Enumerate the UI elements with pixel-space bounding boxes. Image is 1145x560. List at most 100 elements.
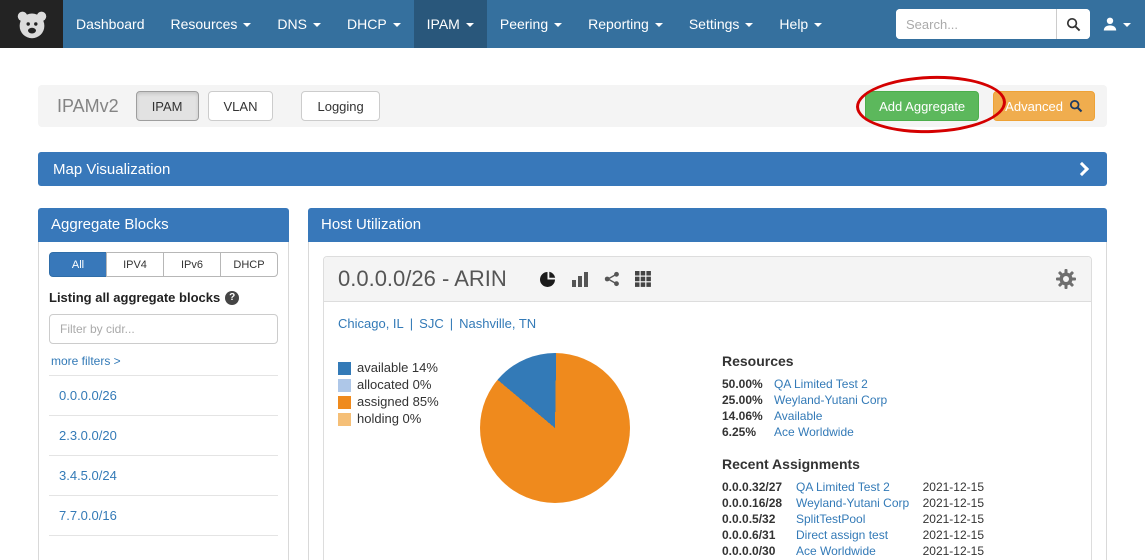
breadcrumb-link[interactable]: SJC <box>419 316 444 331</box>
advanced-button[interactable]: Advanced <box>993 91 1095 121</box>
resources-heading: Resources <box>722 353 984 369</box>
legend-swatch <box>338 362 351 375</box>
block-detail-card: 0.0.0.0/26 - ARIN <box>323 256 1092 560</box>
caret-down-icon <box>466 23 474 27</box>
caret-down-icon <box>1123 23 1131 27</box>
host-utilization-panel: Host Utilization 0.0.0.0/26 - ARIN <box>308 208 1107 560</box>
nav-settings[interactable]: Settings <box>676 0 767 48</box>
resource-pct: 14.06% <box>722 410 774 423</box>
nav-resources[interactable]: Resources <box>158 0 265 48</box>
nav-help[interactable]: Help <box>766 0 835 48</box>
tab-logging[interactable]: Logging <box>301 91 379 121</box>
main-nav: Dashboard Resources DNS DHCP IPAM Peerin… <box>63 0 835 48</box>
resource-link[interactable]: QA Limited Test 2 <box>774 378 868 391</box>
navbar-right <box>896 0 1145 48</box>
nav-dhcp[interactable]: DHCP <box>334 0 414 48</box>
search-button[interactable] <box>1056 9 1090 39</box>
breadcrumb-link[interactable]: Chicago, IL <box>338 316 404 331</box>
nav-label: Reporting <box>588 16 649 32</box>
tab-ipv4[interactable]: IPV4 <box>106 252 164 277</box>
header-actions: Add Aggregate Advanced <box>865 91 1095 121</box>
caret-down-icon <box>745 23 753 27</box>
breadcrumb-link[interactable]: Nashville, TN <box>459 316 536 331</box>
assignment-date: 2021-12-15 <box>923 497 984 510</box>
nav-label: IPAM <box>427 16 460 32</box>
bar-chart-icon[interactable] <box>571 271 589 287</box>
tab-ipv6[interactable]: IPv6 <box>163 252 221 277</box>
resource-row: 14.06%Available <box>722 410 984 423</box>
share-icon[interactable] <box>604 271 620 287</box>
search-input[interactable] <box>896 9 1056 39</box>
assignment-link[interactable]: Weyland-Yutani Corp <box>796 497 923 510</box>
legend-label: available 14% <box>357 361 438 375</box>
resource-pct: 6.25% <box>722 426 774 439</box>
block-detail-header: 0.0.0.0/26 - ARIN <box>324 257 1091 302</box>
assignment-row: 0.0.0.16/28Weyland-Yutani Corp2021-12-15 <box>722 497 984 510</box>
search-group <box>896 9 1090 39</box>
aggregate-filter-tabs: All IPV4 IPv6 DHCP <box>49 252 278 277</box>
legend-item: available 14% <box>338 361 466 375</box>
cidr-filter-input[interactable] <box>49 314 278 344</box>
tab-dhcp[interactable]: DHCP <box>220 252 278 277</box>
caret-down-icon <box>655 23 663 27</box>
caret-down-icon <box>393 23 401 27</box>
breadcrumb-separator: | <box>410 316 413 331</box>
tab-vlan[interactable]: VLAN <box>208 91 274 121</box>
assignment-date: 2021-12-15 <box>923 545 984 558</box>
nav-ipam[interactable]: IPAM <box>414 0 487 48</box>
listing-label: Listing all aggregate blocks ? <box>49 290 278 305</box>
help-icon[interactable]: ? <box>225 291 239 305</box>
tab-ipam[interactable]: IPAM <box>136 91 199 121</box>
resource-link[interactable]: Weyland-Yutani Corp <box>774 394 887 407</box>
more-filters-link[interactable]: more filters > <box>51 354 121 368</box>
resource-pct: 50.00% <box>722 378 774 391</box>
list-item[interactable] <box>49 535 278 560</box>
map-visualization-label: Map Visualization <box>53 161 170 178</box>
assignment-link[interactable]: Direct assign test <box>796 529 923 542</box>
breadcrumb: Chicago, IL | SJC | Nashville, TN <box>338 316 1077 331</box>
tab-all[interactable]: All <box>49 252 107 277</box>
nav-label: Help <box>779 16 808 32</box>
legend-label: assigned 85% <box>357 395 439 409</box>
nav-dns[interactable]: DNS <box>264 0 334 48</box>
settings-gear[interactable] <box>1055 268 1077 290</box>
assignments-heading: Recent Assignments <box>722 456 984 472</box>
utilization-info: Resources 50.00%QA Limited Test 2 25.00%… <box>722 353 984 560</box>
nav-label: Peering <box>500 16 548 32</box>
resource-link[interactable]: Available <box>774 410 822 423</box>
search-icon <box>1066 17 1081 32</box>
aggregate-block-list: 0.0.0.0/26 2.3.0.0/20 3.4.5.0/24 7.7.0.0… <box>49 375 278 560</box>
nav-dashboard[interactable]: Dashboard <box>63 0 158 48</box>
legend-item: holding 0% <box>338 412 466 426</box>
search-icon <box>1069 99 1083 113</box>
resource-row: 50.00%QA Limited Test 2 <box>722 378 984 391</box>
caret-down-icon <box>554 23 562 27</box>
page-header: IPAMv2 IPAM VLAN Logging Add Aggregate A… <box>38 85 1107 127</box>
block-title: 0.0.0.0/26 - ARIN <box>338 266 507 292</box>
host-utilization-header: Host Utilization <box>308 208 1107 242</box>
assignment-link[interactable]: Ace Worldwide <box>796 545 923 558</box>
list-item[interactable]: 0.0.0.0/26 <box>49 375 278 415</box>
user-menu[interactable] <box>1102 16 1131 32</box>
list-item[interactable]: 3.4.5.0/24 <box>49 455 278 495</box>
legend-item: allocated 0% <box>338 378 466 392</box>
pie-chart <box>480 353 630 503</box>
add-aggregate-button[interactable]: Add Aggregate <box>865 91 979 121</box>
nav-peering[interactable]: Peering <box>487 0 575 48</box>
assignment-date: 2021-12-15 <box>923 513 984 526</box>
app-logo[interactable] <box>0 0 63 48</box>
grid-icon[interactable] <box>635 271 651 287</box>
gear-icon <box>1055 268 1077 290</box>
assignment-link[interactable]: QA Limited Test 2 <box>796 481 923 494</box>
resource-row: 6.25%Ace Worldwide <box>722 426 984 439</box>
assignment-date: 2021-12-15 <box>923 481 984 494</box>
resource-link[interactable]: Ace Worldwide <box>774 426 854 439</box>
pie-chart-icon[interactable] <box>539 271 556 288</box>
breadcrumb-separator: | <box>450 316 453 331</box>
list-item[interactable]: 2.3.0.0/20 <box>49 415 278 455</box>
nav-reporting[interactable]: Reporting <box>575 0 676 48</box>
assignment-cidr: 0.0.0.6/31 <box>722 529 796 542</box>
map-visualization-bar[interactable]: Map Visualization <box>38 152 1107 186</box>
list-item[interactable]: 7.7.0.0/16 <box>49 495 278 535</box>
assignment-link[interactable]: SplitTestPool <box>796 513 923 526</box>
